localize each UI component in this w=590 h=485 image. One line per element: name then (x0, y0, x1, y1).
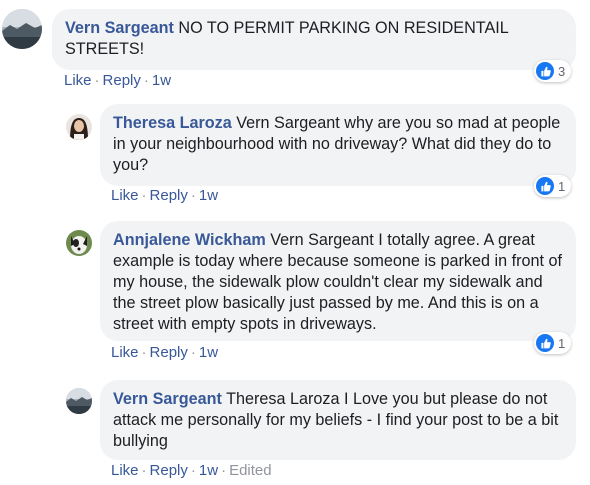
edited-label: Edited (229, 462, 272, 479)
comment-bubble: Vern Sargeant Theresa Laroza I Love you … (100, 380, 576, 460)
reply-button[interactable]: Reply (103, 72, 141, 89)
timestamp[interactable]: 1w (199, 344, 218, 361)
reaction-count: 3 (558, 63, 566, 79)
like-button[interactable]: Like (111, 344, 139, 361)
dog-photo-icon (66, 230, 92, 256)
avatar[interactable] (66, 230, 92, 256)
landscape-photo-icon (2, 9, 42, 49)
landscape-photo-icon (66, 388, 92, 414)
reaction-count: 1 (558, 335, 566, 351)
comment-bubble: Annjalene Wickham Vern Sargeant I totall… (100, 221, 576, 341)
comment-bubble: Vern Sargeant NO TO PERMIT PARKING ON RE… (52, 9, 576, 70)
reply-button[interactable]: Reply (150, 462, 188, 479)
like-reaction-icon (536, 62, 554, 80)
avatar[interactable] (2, 9, 42, 49)
timestamp[interactable]: 1w (152, 72, 171, 89)
comment-bubble: Theresa Laroza Vern Sargeant why are you… (100, 104, 576, 186)
like-button[interactable]: Like (64, 72, 92, 89)
comment-author[interactable]: Theresa Laroza (113, 114, 232, 132)
like-button[interactable]: Like (111, 187, 139, 204)
avatar[interactable] (66, 114, 92, 140)
reply-button[interactable]: Reply (150, 344, 188, 361)
reaction-count: 1 (558, 178, 566, 194)
comment-author[interactable]: Vern Sargeant (113, 390, 222, 408)
timestamp[interactable]: 1w (199, 187, 218, 204)
comment-author[interactable]: Annjalene Wickham (113, 231, 266, 249)
comment-actions: Like · Reply · 1w (111, 344, 219, 361)
reply-button[interactable]: Reply (150, 187, 188, 204)
reaction-count-badge[interactable]: 3 (534, 60, 572, 82)
like-reaction-icon (536, 334, 554, 352)
comment-actions: Like · Reply · 1w (111, 187, 219, 204)
like-button[interactable]: Like (111, 462, 139, 479)
avatar[interactable] (66, 388, 92, 414)
comment-actions: Like · Reply · 1w (64, 72, 172, 89)
reaction-count-badge[interactable]: 1 (534, 332, 572, 354)
reaction-count-badge[interactable]: 1 (534, 175, 572, 197)
comment-author[interactable]: Vern Sargeant (65, 19, 174, 37)
like-reaction-icon (536, 177, 554, 195)
comment-actions: Like · Reply · 1w · Edited (111, 462, 272, 479)
timestamp[interactable]: 1w (199, 462, 218, 479)
woman-portrait-icon (66, 114, 92, 140)
